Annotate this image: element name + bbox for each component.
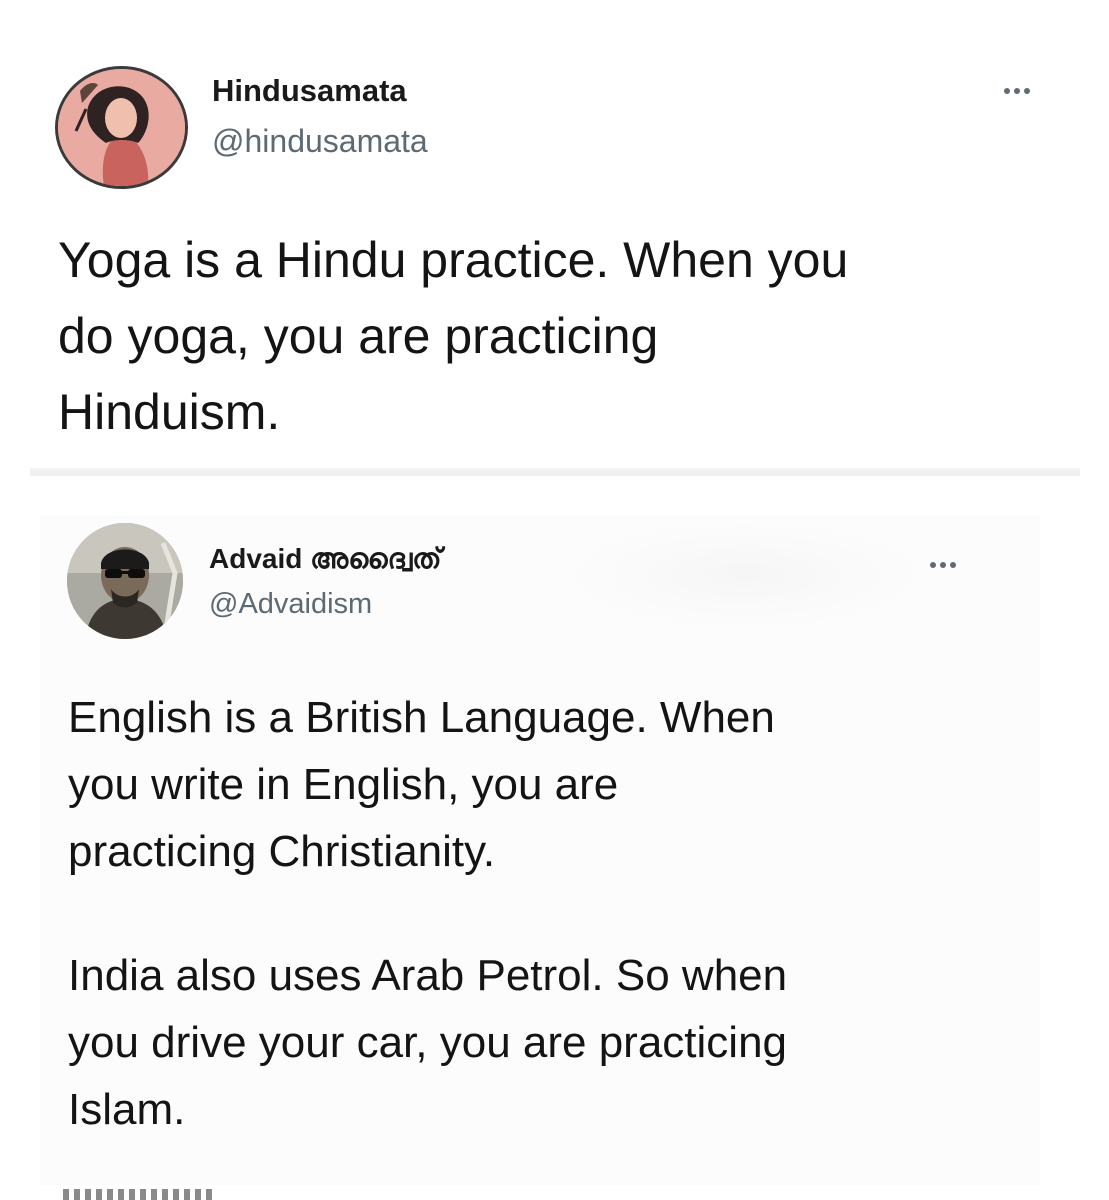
cropped-text-fragment: [63, 1189, 213, 1200]
tweet-text-paragraph: English is a British Language. When you …: [68, 684, 775, 885]
divider: [30, 468, 1080, 476]
more-options-icon[interactable]: [1004, 88, 1030, 94]
user-handle[interactable]: @hindusamata: [212, 123, 428, 160]
avatar-hindusamata[interactable]: [55, 66, 188, 189]
tweet-text-line: do yoga, you are practicing: [58, 308, 659, 364]
tweet-text-line: Islam.: [68, 1085, 186, 1134]
tweet-text-line: English is a British Language. When: [68, 693, 775, 742]
tweet-text-line: you write in English, you are: [68, 760, 619, 809]
tweet-text-line: practicing Christianity.: [68, 827, 496, 876]
tweet-text-line: Yoga is a Hindu practice. When you: [58, 232, 849, 288]
tweet-text-line: Hinduism.: [58, 384, 281, 440]
tweet-text: Yoga is a Hindu practice. When you do yo…: [58, 222, 848, 450]
user-handle[interactable]: @Advaidism: [209, 588, 372, 621]
avatar-illustration-icon: [58, 69, 185, 186]
redacted-area: [560, 520, 930, 630]
avatar-photo-icon: [67, 523, 183, 639]
tweet-text-line: India also uses Arab Petrol. So when: [68, 951, 788, 1000]
tweet-text-line: you drive your car, you are practicing: [68, 1018, 788, 1067]
display-name[interactable]: Advaid അദ്വൈത്: [209, 543, 442, 576]
tweet-text-paragraph: India also uses Arab Petrol. So when you…: [68, 942, 787, 1143]
more-options-icon[interactable]: [930, 562, 956, 568]
avatar-advaid[interactable]: [67, 523, 183, 639]
display-name[interactable]: Hindusamata: [212, 73, 407, 109]
